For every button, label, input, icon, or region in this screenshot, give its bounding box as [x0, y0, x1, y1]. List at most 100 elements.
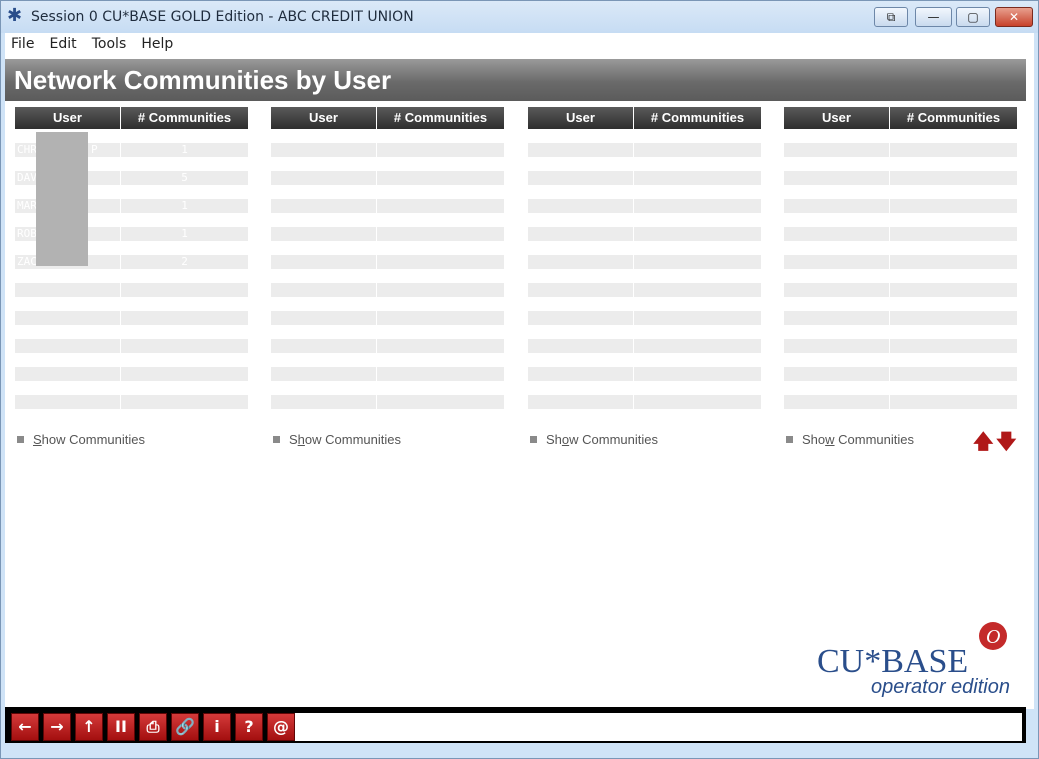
link-text-suffix: how Communities: [41, 432, 145, 447]
table-cell-communities: [377, 143, 504, 157]
link-text-prefix: Sho: [802, 432, 826, 447]
table-cell-user: [271, 395, 376, 409]
table-cell-communities[interactable]: 2: [121, 255, 248, 269]
column-header-user[interactable]: User: [784, 107, 889, 129]
link-icon[interactable]: 🔗: [171, 713, 199, 741]
table-cell-communities[interactable]: 1: [121, 227, 248, 241]
table-cell-communities: [634, 339, 761, 353]
table-cell-communities: [890, 367, 1017, 381]
table-cell-communities: [377, 171, 504, 185]
table-cell-user: [784, 283, 889, 297]
table-cell-user: [271, 143, 376, 157]
table-cell-communities: [634, 255, 761, 269]
pause-icon[interactable]: II: [107, 713, 135, 741]
table-cell-communities: [377, 199, 504, 213]
table-cell-communities[interactable]: 5: [121, 171, 248, 185]
table-cell-communities[interactable]: 1: [121, 143, 248, 157]
bottom-toolbar: ← → ↑ II ⎙ 🔗 i? @: [5, 707, 1026, 743]
table-cell-communities: [121, 339, 248, 353]
menu-file[interactable]: File: [5, 34, 38, 52]
link-text-prefix: Sh: [546, 432, 562, 447]
table-cell-user: [784, 395, 889, 409]
table-cell-communities: [890, 199, 1017, 213]
table-cell-user: [528, 367, 633, 381]
table-cell-communities: [634, 227, 761, 241]
table-cell-communities: [377, 283, 504, 297]
show-communities-link-3[interactable]: Show Communities: [530, 432, 658, 447]
application-window: ✱ Session 0 CU*BASE GOLD Edition - ABC C…: [0, 0, 1039, 759]
table-cell-user: [784, 367, 889, 381]
close-button[interactable]: ✕: [995, 7, 1033, 27]
help-icon[interactable]: ?: [235, 713, 263, 741]
link-text-hotkey: w: [825, 432, 835, 447]
table-cell-communities: [634, 199, 761, 213]
back-arrow-icon[interactable]: ←: [11, 713, 39, 741]
table-cell-user: [528, 255, 633, 269]
table-cell-user: [528, 227, 633, 241]
menu-help[interactable]: Help: [135, 34, 177, 52]
table-cell-communities: [121, 311, 248, 325]
menu-tools[interactable]: Tools: [86, 34, 131, 52]
show-communities-link-4[interactable]: Show Communities: [786, 432, 914, 447]
table-cell-communities: [377, 367, 504, 381]
table-cell-user: [784, 227, 889, 241]
column-header-communities[interactable]: # Communities: [121, 107, 248, 129]
table-cell-user: [271, 227, 376, 241]
table-cell-communities: [634, 171, 761, 185]
table-cell-communities: [890, 395, 1017, 409]
table-cell-user-suffix: P: [91, 143, 98, 156]
menu-edit[interactable]: Edit: [44, 34, 81, 52]
table-cell-communities: [377, 395, 504, 409]
table-cell-communities[interactable]: 1: [121, 199, 248, 213]
table-cell-communities: [890, 171, 1017, 185]
up-arrow-icon[interactable]: ↑: [75, 713, 103, 741]
table-cell-communities: [377, 311, 504, 325]
redacted-area: [36, 132, 88, 266]
column-header-communities[interactable]: # Communities: [890, 107, 1017, 129]
scroll-up-arrow-icon[interactable]: 🡅: [973, 431, 994, 451]
title-bar: ✱ Session 0 CU*BASE GOLD Edition - ABC C…: [1, 1, 1038, 33]
table-cell-user: [528, 311, 633, 325]
menu-bar: File Edit Tools Help: [5, 33, 1034, 55]
link-text-hotkey: h: [297, 432, 305, 447]
forward-arrow-icon[interactable]: →: [43, 713, 71, 741]
table-cell-user: [15, 311, 120, 325]
table-cell-user: [15, 367, 120, 381]
table-cell-user: [784, 171, 889, 185]
restore-window-button[interactable]: ⧉: [874, 7, 908, 27]
table-cell-communities: [121, 395, 248, 409]
table-cell-communities: [890, 339, 1017, 353]
info-icon[interactable]: i: [203, 713, 231, 741]
table-cell-communities: [890, 283, 1017, 297]
table-cell-user: [15, 283, 120, 297]
table-cell-user: [15, 339, 120, 353]
column-header-user[interactable]: User: [528, 107, 633, 129]
logo-subtitle: operator edition: [871, 676, 1010, 698]
column-header-communities[interactable]: # Communities: [377, 107, 504, 129]
maximize-button[interactable]: ▢: [956, 7, 990, 27]
table-cell-communities: [634, 143, 761, 157]
table-cell-user: [271, 255, 376, 269]
table-cell-communities: [121, 283, 248, 297]
column-header-user[interactable]: User: [271, 107, 376, 129]
minimize-button[interactable]: —: [915, 7, 952, 27]
show-communities-link-1[interactable]: Show Communities: [17, 432, 145, 447]
table-cell-user: [271, 171, 376, 185]
table-cell-user: [784, 255, 889, 269]
table-cell-communities: [890, 227, 1017, 241]
table-cell-user: [271, 339, 376, 353]
at-sign-icon[interactable]: @: [267, 713, 295, 741]
table-cell-communities: [377, 255, 504, 269]
show-communities-link-2[interactable]: Show Communities: [273, 432, 401, 447]
table-cell-user: [271, 199, 376, 213]
column-header-user[interactable]: User: [15, 107, 120, 129]
table-cell-communities: [890, 311, 1017, 325]
bullet-icon: [17, 436, 24, 443]
link-text-prefix: S: [289, 432, 298, 447]
column-header-communities[interactable]: # Communities: [634, 107, 761, 129]
page-header: Network Communities by User: [5, 59, 1026, 101]
main-content: Network Communities by User User # Commun…: [5, 55, 1034, 709]
scroll-down-arrow-icon[interactable]: 🡇: [996, 431, 1017, 451]
table-cell-user: [271, 283, 376, 297]
print-icon[interactable]: ⎙: [139, 713, 167, 741]
